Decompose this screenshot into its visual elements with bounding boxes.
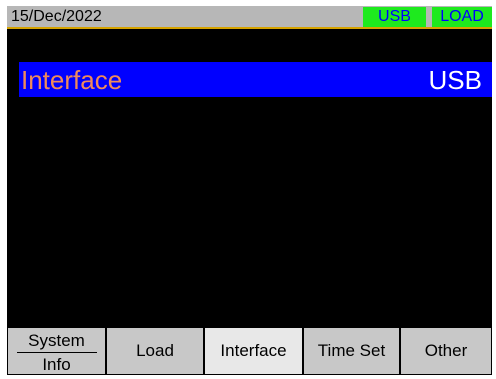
status-bar: 15/Dec/2022 USB LOAD xyxy=(7,6,492,29)
softkey-bar: System Info Load Interface Time Set Othe… xyxy=(7,327,492,375)
softkey-system-info-line2: Info xyxy=(42,354,71,374)
softkey-time-set[interactable]: Time Set xyxy=(303,327,400,375)
display-screen: 15/Dec/2022 USB LOAD Interface USB Syste… xyxy=(7,6,492,375)
softkey-system-info[interactable]: System Info xyxy=(7,327,106,375)
softkey-system-info-line1: System xyxy=(28,330,85,350)
interface-setting-label: Interface xyxy=(21,65,123,95)
softkey-time-set-label: Time Set xyxy=(317,341,386,360)
instrument-frame: 15/Dec/2022 USB LOAD Interface USB Syste… xyxy=(0,0,496,379)
load-status-badge: LOAD xyxy=(432,7,492,27)
date-display: 15/Dec/2022 xyxy=(11,8,102,25)
softkey-load[interactable]: Load xyxy=(106,327,204,375)
usb-status-badge: USB xyxy=(363,7,426,27)
interface-setting-value: USB xyxy=(428,65,482,95)
softkey-interface-label: Interface xyxy=(220,341,287,360)
softkey-load-label: Load xyxy=(136,341,174,360)
softkey-other-label: Other xyxy=(424,341,468,360)
softkey-interface[interactable]: Interface xyxy=(204,327,303,375)
softkey-divider xyxy=(16,351,97,353)
interface-setting-row[interactable]: Interface USB xyxy=(19,62,492,97)
softkey-other[interactable]: Other xyxy=(400,327,492,375)
